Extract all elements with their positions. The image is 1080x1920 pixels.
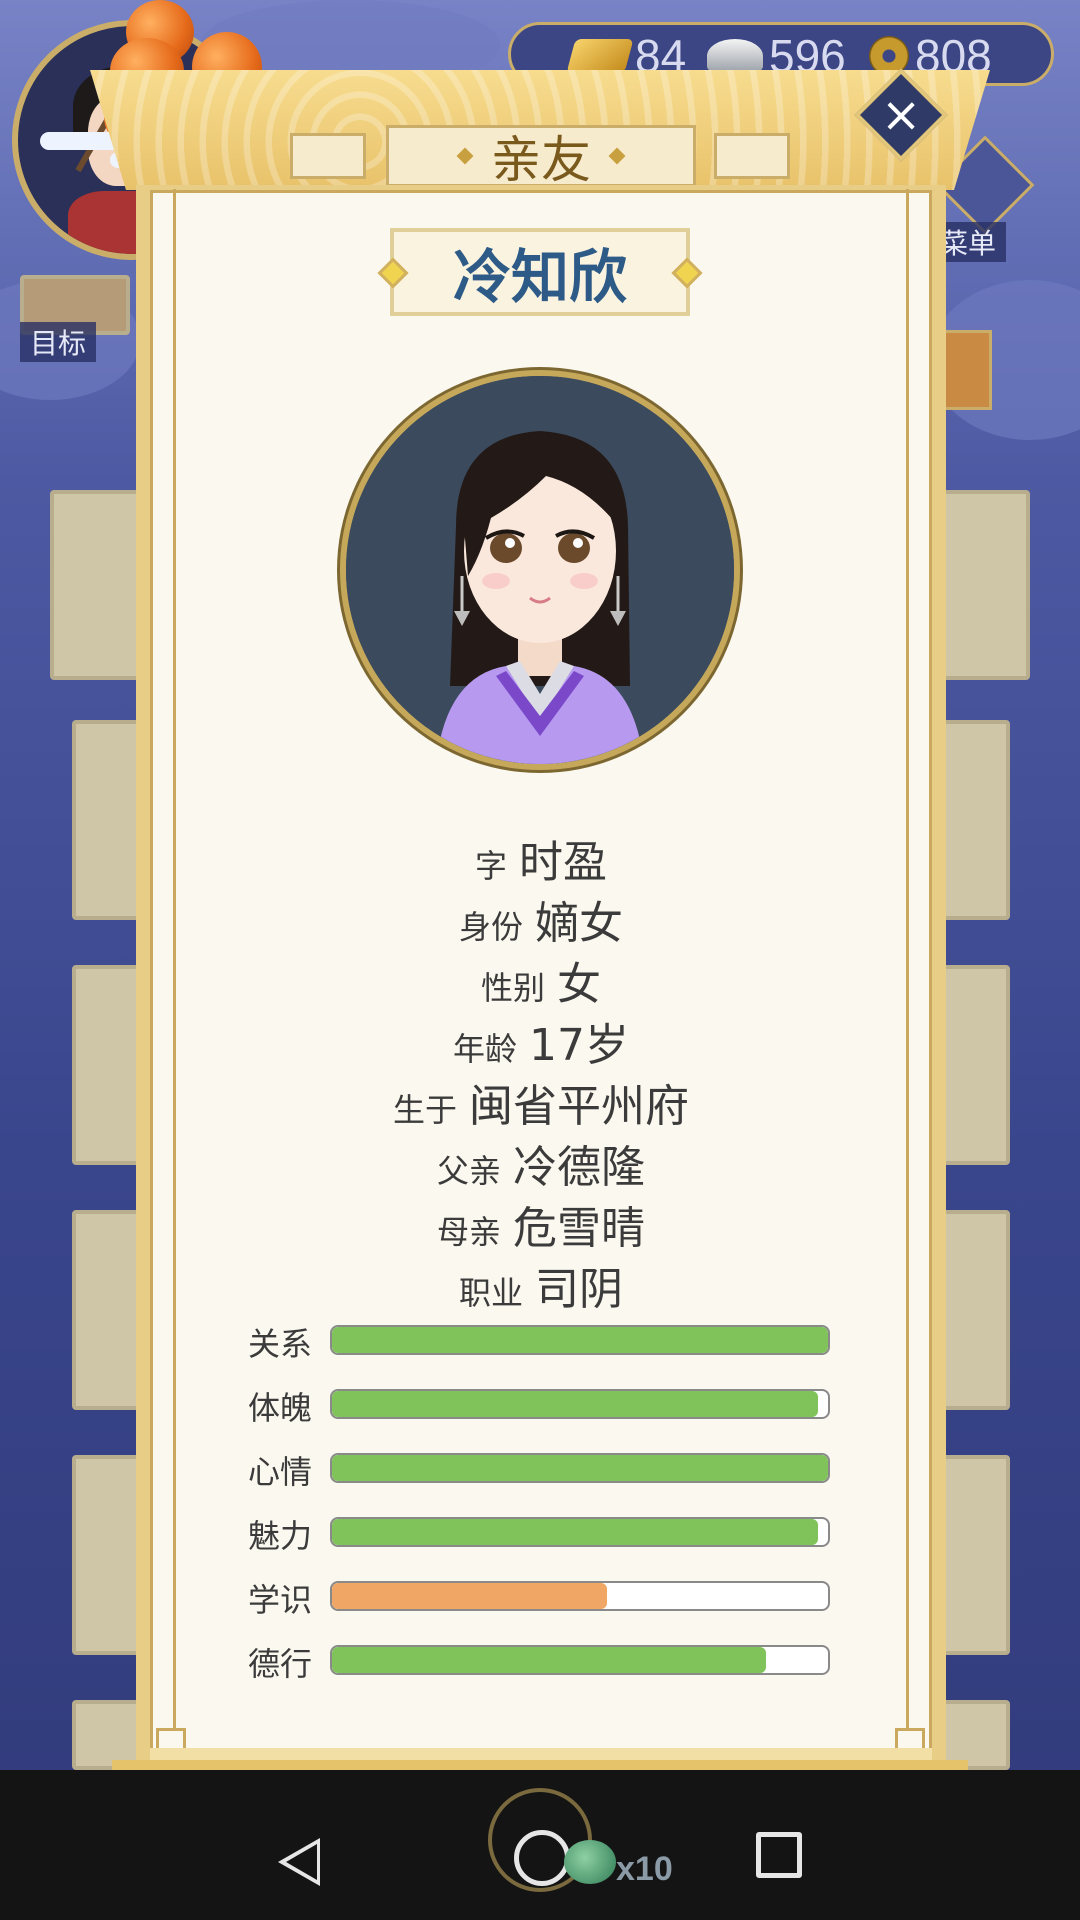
dialog-title-bar: 亲友	[290, 125, 790, 189]
stat-bar-fill	[332, 1455, 828, 1481]
info-key: 生于	[392, 1091, 457, 1129]
title-ornament-right	[714, 133, 790, 179]
silver-ingot-icon	[707, 39, 763, 73]
home-icon[interactable]	[514, 1830, 570, 1886]
jade-frog-icon	[564, 1840, 616, 1884]
stat-bar-track	[330, 1517, 830, 1547]
dialog-title: 亲友	[386, 125, 696, 189]
info-key: 职业	[458, 1274, 523, 1312]
info-key: 身份	[458, 908, 523, 946]
stat-label: 心情	[248, 1453, 313, 1491]
list-card[interactable]	[940, 1210, 1010, 1410]
info-key: 年龄	[452, 1030, 517, 1068]
stat-bar-fill	[332, 1647, 766, 1673]
list-card[interactable]	[940, 1455, 1010, 1655]
goal-label[interactable]: 目标	[20, 322, 97, 362]
info-occupation: 职业 司阴	[150, 1253, 932, 1317]
reward-count: x10	[616, 1850, 673, 1888]
stat-label: 关系	[248, 1325, 313, 1363]
stat-bar-fill	[332, 1583, 608, 1609]
stat-label: 德行	[248, 1645, 313, 1683]
info-value: 女	[557, 959, 601, 1010]
list-card[interactable]	[72, 1455, 142, 1655]
info-key: 母亲	[436, 1213, 501, 1251]
expand-arrow-button[interactable]	[942, 330, 992, 410]
stat-row-virtue: 德行	[248, 1643, 830, 1683]
close-icon: ×	[880, 87, 922, 143]
gold-ingot-icon	[566, 39, 634, 73]
stat-bar-track	[330, 1453, 830, 1483]
stat-bar-track	[330, 1389, 830, 1419]
list-card[interactable]	[72, 1210, 142, 1410]
title-dot-icon	[456, 147, 474, 165]
info-value: 时盈	[519, 837, 607, 888]
stat-bar-fill	[332, 1327, 828, 1353]
info-father: 父亲 冷德隆	[150, 1131, 932, 1195]
stat-bar-track	[330, 1325, 830, 1355]
info-mother: 母亲 危雪晴	[150, 1192, 932, 1256]
title-dot-icon	[608, 147, 626, 165]
stat-bar-fill	[332, 1519, 819, 1545]
stat-row-mood: 心情	[248, 1451, 830, 1491]
info-value: 危雪晴	[513, 1203, 645, 1254]
info-key: 父亲	[436, 1152, 501, 1190]
info-age: 年龄 17岁	[150, 1009, 932, 1073]
info-value: 闽省平州府	[469, 1081, 689, 1132]
list-card[interactable]	[72, 720, 142, 920]
info-birthplace: 生于 闽省平州府	[150, 1070, 932, 1134]
info-identity: 身份 嫡女	[150, 887, 932, 951]
info-key: 性别	[480, 969, 545, 1007]
back-icon-inner	[286, 1844, 317, 1880]
stat-bar-track	[330, 1581, 830, 1611]
recent-apps-icon[interactable]	[756, 1832, 802, 1878]
list-card[interactable]	[940, 965, 1010, 1165]
character-portrait-art	[346, 376, 734, 764]
list-card[interactable]	[72, 965, 142, 1165]
stat-row-charm: 魅力	[248, 1515, 830, 1555]
info-value: 17岁	[529, 1020, 629, 1071]
stat-label: 学识	[248, 1581, 313, 1619]
info-courtesy-name: 字时盈	[150, 826, 932, 890]
list-card[interactable]	[940, 720, 1010, 920]
info-value: 司阴	[535, 1264, 623, 1315]
stat-bar-fill	[332, 1391, 819, 1417]
title-ornament-left	[290, 133, 366, 179]
info-key: 字	[474, 847, 507, 885]
stat-row-relationship: 关系	[248, 1323, 830, 1363]
character-name: 冷知欣	[452, 243, 627, 311]
stat-label: 体魄	[248, 1389, 313, 1427]
character-name-plaque: 冷知欣	[377, 228, 703, 316]
stat-bar-track	[330, 1645, 830, 1675]
character-card-left[interactable]	[50, 490, 150, 680]
dialog-title-text: 亲友	[491, 131, 591, 189]
stat-label: 魅力	[248, 1517, 313, 1555]
character-portrait	[340, 370, 740, 770]
stat-row-physique: 体魄	[248, 1387, 830, 1427]
info-value: 嫡女	[535, 898, 623, 949]
stat-row-knowledge: 学识	[248, 1579, 830, 1619]
info-gender: 性别女	[150, 948, 932, 1012]
info-value: 冷德隆	[513, 1142, 645, 1193]
